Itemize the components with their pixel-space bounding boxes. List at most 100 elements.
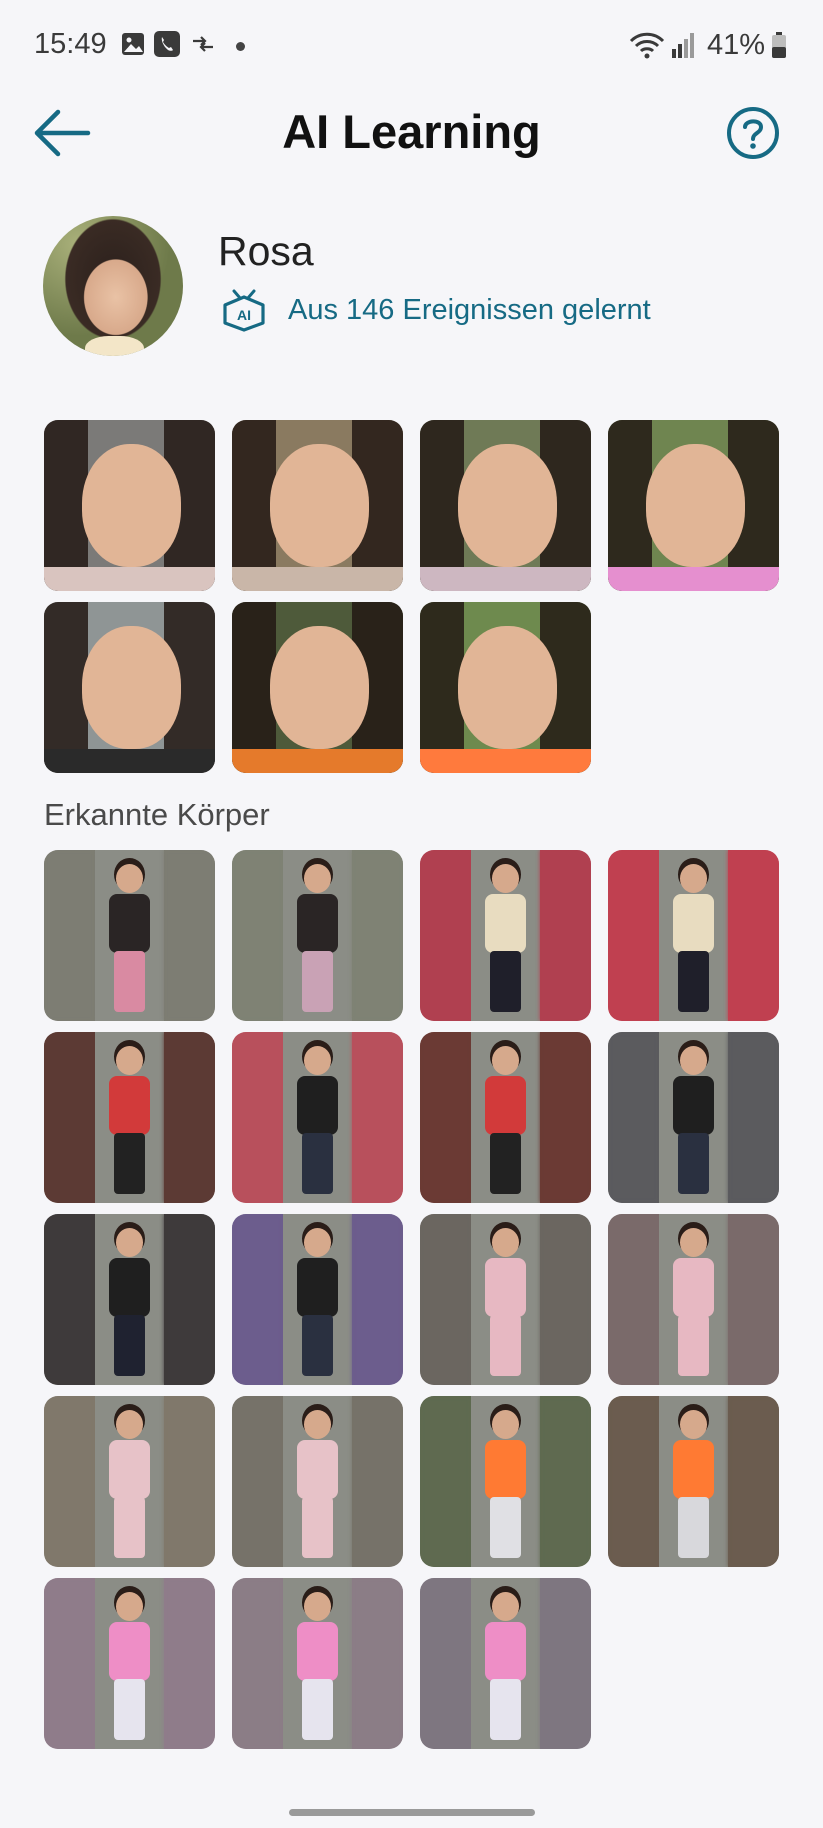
head-shape [491,1227,520,1257]
face-thumbnail[interactable] [44,420,215,591]
torso-shape [672,1258,714,1317]
body-thumbnail[interactable] [608,1396,779,1567]
face-thumbnail[interactable] [44,602,215,773]
torso-shape [108,1076,150,1135]
head-shape [303,1591,332,1621]
face-thumbnail[interactable] [232,420,403,591]
body-thumbnail[interactable] [232,1214,403,1385]
torso-shape [672,894,714,953]
torso-shape [296,1440,338,1499]
body-thumbnail[interactable] [44,850,215,1021]
legs-shape [302,1496,333,1559]
shirt-shape [608,567,779,591]
head-shape [679,863,708,893]
blurred-region [420,1396,472,1567]
body-thumbnail[interactable] [232,1396,403,1567]
head-shape [491,1045,520,1075]
head-shape [679,1409,708,1439]
legs-shape [490,1496,521,1559]
help-button[interactable] [725,105,781,161]
body-thumbnail[interactable] [420,1578,591,1749]
blurred-region [163,1214,215,1385]
torso-shape [484,1622,526,1681]
blurred-region [44,1214,96,1385]
torso-shape [108,894,150,953]
face-shape [457,625,557,750]
body-thumbnail[interactable] [232,1032,403,1203]
blurred-region [163,1396,215,1567]
legs-shape [490,950,521,1013]
shirt-shape [44,749,215,773]
head-shape [303,1045,332,1075]
head-shape [303,1227,332,1257]
blurred-region [232,1578,284,1749]
legs-shape [114,1314,145,1377]
home-indicator[interactable] [289,1809,535,1816]
head-shape [491,1409,520,1439]
blurred-region [351,1032,403,1203]
head-shape [115,863,144,893]
torso-shape [296,1622,338,1681]
body-thumbnail[interactable] [44,1032,215,1203]
torso-shape [672,1440,714,1499]
body-thumbnail[interactable] [420,850,591,1021]
body-thumbnail[interactable] [44,1578,215,1749]
bodies-grid [44,850,779,1749]
blurred-region [608,850,660,1021]
torso-shape [108,1622,150,1681]
torso-shape [484,1076,526,1135]
status-time: 15:49 [34,28,107,60]
blurred-region [44,1578,96,1749]
body-thumbnail[interactable] [420,1032,591,1203]
body-thumbnail[interactable] [608,1032,779,1203]
blurred-region [727,1214,779,1385]
shirt-shape [420,567,591,591]
legs-shape [302,1314,333,1377]
shirt-shape [420,749,591,773]
blurred-region [163,1578,215,1749]
blurred-region [727,1032,779,1203]
head-shape [679,1045,708,1075]
blurred-region [608,1214,660,1385]
face-thumbnail[interactable] [608,420,779,591]
torso-shape [484,1440,526,1499]
blurred-region [44,1396,96,1567]
face-thumbnail[interactable] [420,420,591,591]
torso-shape [296,894,338,953]
body-thumbnail[interactable] [232,1578,403,1749]
body-thumbnail[interactable] [420,1214,591,1385]
legs-shape [490,1678,521,1741]
blurred-region [420,1578,472,1749]
legs-shape [302,1678,333,1741]
head-shape [303,1409,332,1439]
face-thumbnail[interactable] [232,602,403,773]
legs-shape [678,1132,709,1195]
legs-shape [678,1314,709,1377]
face-thumbnail[interactable] [420,602,591,773]
legs-shape [114,1496,145,1559]
torso-shape [484,894,526,953]
page-title: AI Learning [282,105,541,158]
face-shape [269,443,369,568]
blurred-region [163,1032,215,1203]
body-thumbnail[interactable] [44,1214,215,1385]
head-shape [115,1227,144,1257]
blurred-region [539,1578,591,1749]
head-shape [679,1227,708,1257]
person-name: Rosa [218,228,314,274]
blurred-region [232,1032,284,1203]
wifi-icon [629,32,665,59]
body-thumbnail[interactable] [420,1396,591,1567]
body-thumbnail[interactable] [44,1396,215,1567]
body-thumbnail[interactable] [608,1214,779,1385]
head-shape [303,863,332,893]
notification-dot-icon [236,42,245,51]
learned-events-row: AI Aus 146 Ereignissen gelernt [220,288,651,332]
blurred-region [232,850,284,1021]
blurred-region [44,850,96,1021]
body-thumbnail[interactable] [232,850,403,1021]
avatar [43,216,183,356]
torso-shape [484,1258,526,1317]
body-thumbnail[interactable] [608,850,779,1021]
torso-shape [296,1076,338,1135]
